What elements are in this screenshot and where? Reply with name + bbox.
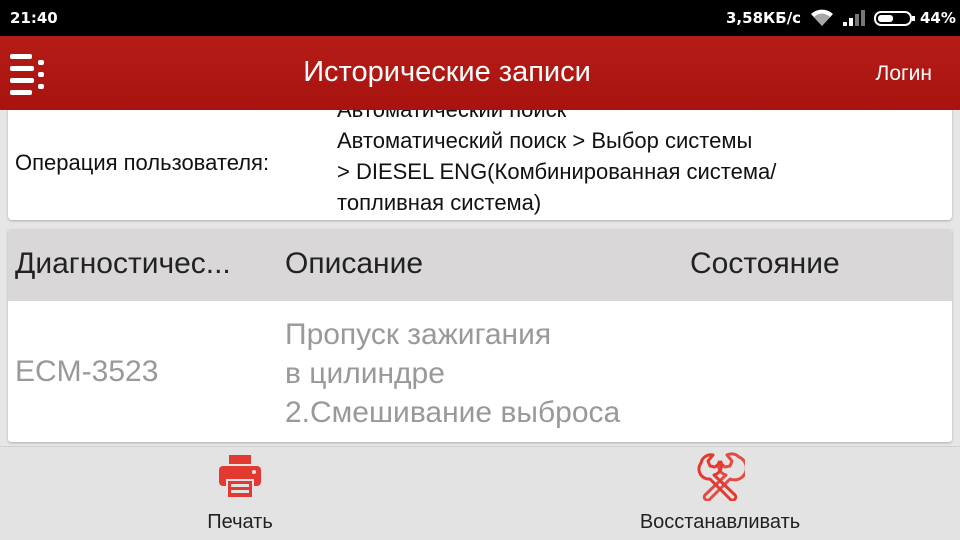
table-row[interactable]: ECM-3523 Пропуск зажигания в цилиндре 2.… bbox=[8, 301, 952, 442]
restore-label: Восстанавливать bbox=[639, 511, 801, 533]
table-header: Диагностичес... Описание Состояние bbox=[8, 229, 952, 301]
operation-path: Автоматический поиск Автоматический поис… bbox=[337, 110, 776, 218]
login-button[interactable]: Логин bbox=[876, 62, 932, 86]
header-status: Состояние bbox=[690, 247, 840, 280]
battery-icon bbox=[874, 11, 915, 26]
description-line: в цилиндре bbox=[285, 357, 445, 390]
status-bar: 21:40 3,58КБ/с 44% bbox=[0, 0, 960, 36]
operation-line: Автоматический поиск bbox=[337, 110, 776, 125]
battery-percent: 44% bbox=[920, 9, 956, 27]
operation-line: Автоматический поиск > Выбор системы bbox=[337, 128, 753, 153]
operation-line: топливная система) bbox=[337, 190, 542, 215]
diagnostic-table: Диагностичес... Описание Состояние ECM-3… bbox=[8, 229, 952, 442]
operation-label: Операция пользователя: bbox=[15, 150, 270, 175]
signal-icon bbox=[843, 10, 865, 26]
wifi-icon bbox=[811, 9, 833, 26]
print-button[interactable]: Печать bbox=[160, 447, 320, 540]
wrench-icon bbox=[697, 452, 745, 501]
description-line: 2.Смешивание выброса bbox=[285, 396, 621, 429]
header-description: Описание bbox=[285, 247, 424, 280]
operation-line: > DIESEL ENG(Комбинированная система/ bbox=[337, 159, 777, 184]
page-title: Исторические записи bbox=[303, 56, 591, 88]
operation-card: Операция пользователя: Автоматический по… bbox=[8, 110, 952, 220]
restore-button[interactable]: Восстанавливать bbox=[600, 447, 840, 540]
history-content[interactable]: Операция пользователя: Автоматический по… bbox=[0, 110, 960, 446]
network-speed: 3,58КБ/с bbox=[726, 9, 802, 27]
header-diagnostic-code: Диагностичес... bbox=[15, 247, 231, 280]
app-bar: Исторические записи Логин bbox=[0, 36, 960, 110]
row-description: Пропуск зажигания в цилиндре 2.Смешивани… bbox=[285, 315, 620, 432]
status-time: 21:40 bbox=[10, 9, 58, 27]
row-code: ECM-3523 bbox=[15, 355, 159, 388]
print-label: Печать bbox=[207, 511, 273, 533]
printer-icon bbox=[219, 455, 261, 499]
description-line: Пропуск зажигания bbox=[285, 318, 552, 351]
bottom-action-bar: Печать Восстанавливать bbox=[0, 446, 960, 540]
